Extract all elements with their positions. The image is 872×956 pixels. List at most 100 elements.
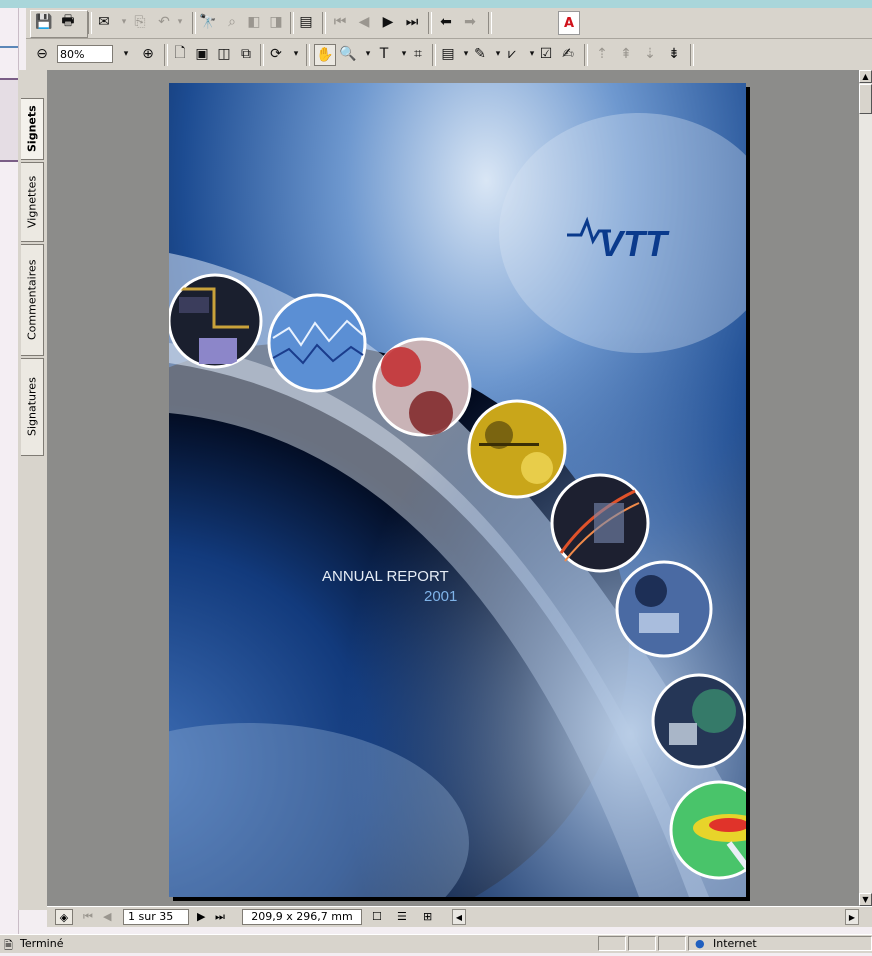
toolbar-separator <box>322 12 326 34</box>
last-page-icon[interactable]: ⏭ <box>402 12 422 32</box>
underlying-page-margin <box>0 8 19 934</box>
photo-circle-cells <box>372 337 472 437</box>
zone-label: Internet <box>713 937 757 950</box>
navigation-pane-toggle-icon[interactable]: ◈ <box>55 909 73 925</box>
continuous-facing-icon[interactable]: ⊞ <box>423 909 432 925</box>
vertical-scrollbar[interactable]: ▲ ▼ <box>859 70 872 906</box>
adobe-logo-icon[interactable]: A <box>558 11 580 35</box>
chevron-down-icon[interactable]: ▾ <box>286 44 306 64</box>
go-back-icon[interactable]: ⬅ <box>436 12 456 32</box>
page-size-field: 209,9 x 296,7 mm <box>242 909 362 925</box>
status-cell <box>658 936 686 951</box>
email-icon[interactable]: ✉ <box>94 12 114 32</box>
status-cell <box>628 936 656 951</box>
toolbar-separator <box>690 44 694 66</box>
scroll-right-icon[interactable]: ▶ <box>845 909 859 925</box>
toolbar-separator <box>192 12 196 34</box>
zoom-in-icon[interactable]: ⊕ <box>138 44 158 64</box>
last-page-icon[interactable]: ⏭ <box>215 909 225 925</box>
first-page-icon[interactable]: ⏮ <box>330 12 350 32</box>
previous-page-icon[interactable]: ◀ <box>103 909 111 925</box>
single-page-icon[interactable]: ☐ <box>372 909 382 925</box>
scroll-down-icon[interactable]: ▼ <box>859 893 872 906</box>
tab-signets[interactable]: Signets <box>21 98 44 160</box>
next-page-icon[interactable]: ▶ <box>197 909 205 925</box>
chevron-down-icon[interactable]: ▾ <box>170 12 190 32</box>
go-forward-icon[interactable]: ➡ <box>460 12 480 32</box>
toolbar-separator <box>164 44 168 66</box>
page-top-icon[interactable]: ⇞ <box>616 44 636 64</box>
toolbar-separator <box>260 44 264 66</box>
scroll-up-icon[interactable]: ▲ <box>859 70 872 83</box>
page-navigation-bar: ◈ ⏮ ◀ 1 sur 35 ▶ ⏭ 209,9 x 296,7 mm ☐ ☰ … <box>47 906 872 927</box>
print-icon[interactable]: 🖶 <box>58 12 78 32</box>
first-page-icon[interactable]: ⏮ <box>83 909 93 925</box>
acrobat-toolbar-view: ⊖ 80% ▾ ⊕ 🗋 ▣ ◫ ⧉ ⟳ ▾ ✋ 🔍 ▾ T ▾ ⌗ ▤ ▾ ✎ … <box>26 39 872 71</box>
zoom-tool-icon[interactable]: 🔍 <box>338 44 358 64</box>
toolbar-separator <box>488 12 492 34</box>
scroll-thumb[interactable] <box>859 84 872 114</box>
page-down-icon[interactable]: ⇣ <box>640 44 660 64</box>
continuous-icon[interactable]: ☰ <box>397 909 407 925</box>
toolbar-separator <box>428 12 432 34</box>
pencil-tool-icon[interactable]: ✎ <box>470 44 490 64</box>
report-year: 2001 <box>424 588 457 605</box>
toolbar-separator <box>306 44 310 66</box>
acrobat-toolbar-top: 💾 🖶 ✉ ▾ ⎘ ↶ ▾ 🔭 ⌕ ◧ ◨ ▤ ⏮ ◀ ▶ ⏭ ⬅ ➡ A <box>26 8 872 39</box>
fit-visible-icon[interactable]: ⧉ <box>236 44 256 64</box>
security-zone-cell: ● Internet <box>688 936 872 951</box>
globe-icon: ● <box>695 937 705 950</box>
show-navigation-pane-icon[interactable]: ▤ <box>296 12 316 32</box>
copy-icon[interactable]: ⎘ <box>130 12 150 32</box>
highlight-tool-icon[interactable]: ⩗ <box>502 44 522 64</box>
snapshot-tool-icon[interactable]: ⌗ <box>408 44 428 64</box>
report-title: ANNUAL REPORT <box>322 568 449 585</box>
tab-commentaires[interactable]: Commentaires <box>21 244 44 356</box>
photo-circle-microscope <box>615 560 713 658</box>
toolbar-separator <box>432 44 436 66</box>
toolbar-separator <box>88 12 92 34</box>
photo-circle-circuit <box>169 273 263 369</box>
actual-size-icon[interactable]: 🗋 <box>170 44 190 64</box>
zoom-input[interactable]: 80% <box>57 45 113 63</box>
scroll-left-icon[interactable]: ◀ <box>452 909 466 925</box>
photo-circle-fiber <box>550 473 650 573</box>
ie-page-icon: 🗎 <box>4 939 13 952</box>
next-highlight-icon[interactable]: ◨ <box>266 12 286 32</box>
search-icon[interactable]: ⌕ <box>222 12 242 32</box>
cover-artwork: VTT ANNUAL REPORT 2001 <box>169 83 746 897</box>
hand-tool-icon[interactable]: ✋ <box>314 44 336 66</box>
zoom-dropdown-chevron-icon[interactable]: ▾ <box>116 44 136 64</box>
photo-circle-lab-yellow <box>467 399 567 499</box>
photo-circle-graph <box>267 293 367 393</box>
spellcheck-icon[interactable]: ☑ <box>536 44 556 64</box>
tab-signatures[interactable]: Signatures <box>21 358 44 456</box>
sign-tool-icon[interactable]: ✍ <box>558 44 578 64</box>
note-tool-icon[interactable]: ▤ <box>438 44 458 64</box>
zoom-out-icon[interactable]: ⊖ <box>32 44 52 64</box>
toolbar-separator <box>290 12 294 34</box>
status-text: Terminé <box>20 937 64 950</box>
tab-vignettes[interactable]: Vignettes <box>21 162 44 242</box>
save-icon[interactable]: 💾 <box>34 12 54 32</box>
rotate-view-icon[interactable]: ⟳ <box>266 44 286 64</box>
toolbar-separator <box>584 44 588 66</box>
navigation-tabs-panel: Signets Vignettes Commentaires Signature… <box>18 70 48 910</box>
browser-top-strip <box>0 0 872 8</box>
fit-page-icon[interactable]: ▣ <box>192 44 212 64</box>
next-page-icon[interactable]: ▶ <box>378 12 398 32</box>
text-select-tool-icon[interactable]: T <box>374 44 394 64</box>
fit-width-icon[interactable]: ◫ <box>214 44 234 64</box>
page-bottom-icon[interactable]: ⇟ <box>664 44 684 64</box>
status-cell <box>598 936 626 951</box>
logo-text: VTT <box>599 223 670 264</box>
pdf-page-cover: VTT ANNUAL REPORT 2001 <box>169 83 746 897</box>
photo-circle-equipment <box>651 673 746 769</box>
page-up-icon[interactable]: ⇡ <box>592 44 612 64</box>
browser-status-bar: 🗎 Terminé ● Internet <box>0 934 872 953</box>
find-icon[interactable]: 🔭 <box>198 12 218 32</box>
page-accent-line <box>0 46 18 48</box>
page-number-field[interactable]: 1 sur 35 <box>123 909 189 925</box>
previous-highlight-icon[interactable]: ◧ <box>244 12 264 32</box>
previous-page-icon[interactable]: ◀ <box>354 12 374 32</box>
